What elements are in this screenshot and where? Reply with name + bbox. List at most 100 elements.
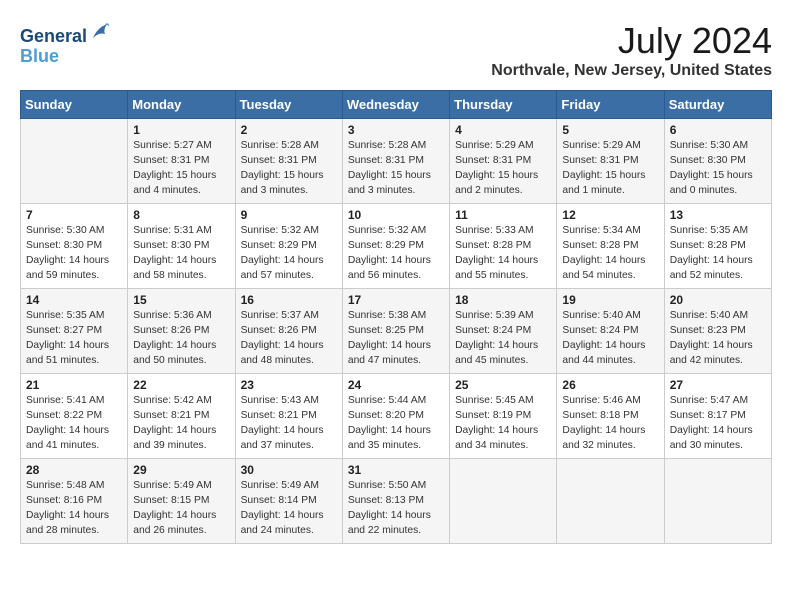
day-number: 6: [670, 123, 766, 137]
day-info: Sunrise: 5:33 AMSunset: 8:28 PMDaylight:…: [455, 224, 551, 284]
day-info: Sunrise: 5:39 AMSunset: 8:24 PMDaylight:…: [455, 309, 551, 369]
day-info: Sunrise: 5:49 AMSunset: 8:15 PMDaylight:…: [133, 479, 229, 539]
day-info: Sunrise: 5:31 AMSunset: 8:30 PMDaylight:…: [133, 224, 229, 284]
calendar-cell: 26 Sunrise: 5:46 AMSunset: 8:18 PMDayligh…: [557, 374, 664, 459]
day-number: 3: [348, 123, 444, 137]
calendar-header-row: SundayMondayTuesdayWednesdayThursdayFrid…: [21, 91, 772, 119]
day-number: 14: [26, 293, 122, 307]
calendar-cell: [557, 459, 664, 544]
calendar-cell: 29 Sunrise: 5:49 AMSunset: 8:15 PMDayligh…: [128, 459, 235, 544]
day-info: Sunrise: 5:29 AMSunset: 8:31 PMDaylight:…: [562, 139, 658, 199]
day-info: Sunrise: 5:45 AMSunset: 8:19 PMDaylight:…: [455, 394, 551, 454]
calendar-cell: 23Sunrise: 5:43 AMSunset: 8:21 PMDayligh…: [235, 374, 342, 459]
day-info: Sunrise: 5:48 AMSunset: 8:16 PMDaylight:…: [26, 479, 122, 539]
day-info: Sunrise: 5:30 AMSunset: 8:30 PMDaylight:…: [670, 139, 766, 199]
logo-text: General Blue: [20, 20, 111, 67]
calendar-cell: 30 Sunrise: 5:49 AMSunset: 8:14 PMDayligh…: [235, 459, 342, 544]
calendar-cell: 1 Sunrise: 5:27 AMSunset: 8:31 PMDaylight…: [128, 119, 235, 204]
calendar-cell: 3 Sunrise: 5:28 AMSunset: 8:31 PMDaylight…: [342, 119, 449, 204]
day-info: Sunrise: 5:28 AMSunset: 8:31 PMDaylight:…: [241, 139, 337, 199]
day-info: Sunrise: 5:50 AMSunset: 8:13 PMDaylight:…: [348, 479, 444, 539]
calendar-cell: 12 Sunrise: 5:34 AMSunset: 8:28 PMDayligh…: [557, 204, 664, 289]
day-info: Sunrise: 5:30 AMSunset: 8:30 PMDaylight:…: [26, 224, 122, 284]
day-number: 1: [133, 123, 229, 137]
logo-blue: Blue: [20, 46, 59, 66]
day-info: Sunrise: 5:34 AMSunset: 8:28 PMDaylight:…: [562, 224, 658, 284]
calendar-week-row: 7Sunrise: 5:30 AMSunset: 8:30 PMDaylight…: [21, 204, 772, 289]
day-number: 15: [133, 293, 229, 307]
title-area: July 2024 Northvale, New Jersey, United …: [491, 20, 772, 80]
calendar-cell: 28 Sunrise: 5:48 AMSunset: 8:16 PMDayligh…: [21, 459, 128, 544]
weekday-header: Monday: [128, 91, 235, 119]
weekday-header: Thursday: [450, 91, 557, 119]
day-number: 29: [133, 463, 229, 477]
day-info: Sunrise: 5:41 AMSunset: 8:22 PMDaylight:…: [26, 394, 122, 454]
day-info: Sunrise: 5:35 AMSunset: 8:28 PMDaylight:…: [670, 224, 766, 284]
day-info: Sunrise: 5:38 AMSunset: 8:25 PMDaylight:…: [348, 309, 444, 369]
calendar-cell: 25Sunrise: 5:45 AMSunset: 8:19 PMDayligh…: [450, 374, 557, 459]
page-header: General Blue July 2024 Northvale, New Je…: [20, 20, 772, 80]
calendar-cell: 13 Sunrise: 5:35 AMSunset: 8:28 PMDayligh…: [664, 204, 771, 289]
day-info: Sunrise: 5:28 AMSunset: 8:31 PMDaylight:…: [348, 139, 444, 199]
calendar-cell: [21, 119, 128, 204]
day-info: Sunrise: 5:47 AMSunset: 8:17 PMDaylight:…: [670, 394, 766, 454]
calendar-cell: 24 Sunrise: 5:44 AMSunset: 8:20 PMDayligh…: [342, 374, 449, 459]
day-number: 20: [670, 293, 766, 307]
calendar-cell: 22Sunrise: 5:42 AMSunset: 8:21 PMDayligh…: [128, 374, 235, 459]
day-info: Sunrise: 5:40 AMSunset: 8:24 PMDaylight:…: [562, 309, 658, 369]
calendar-cell: 5 Sunrise: 5:29 AMSunset: 8:31 PMDaylight…: [557, 119, 664, 204]
logo: General Blue: [20, 20, 111, 67]
calendar-cell: 20 Sunrise: 5:40 AMSunset: 8:23 PMDayligh…: [664, 289, 771, 374]
day-number: 8: [133, 208, 229, 222]
calendar-cell: 11Sunrise: 5:33 AMSunset: 8:28 PMDayligh…: [450, 204, 557, 289]
logo-bird-icon: [89, 20, 111, 42]
calendar-cell: 6 Sunrise: 5:30 AMSunset: 8:30 PMDaylight…: [664, 119, 771, 204]
calendar-cell: 15 Sunrise: 5:36 AMSunset: 8:26 PMDayligh…: [128, 289, 235, 374]
calendar-cell: [664, 459, 771, 544]
day-number: 27: [670, 378, 766, 392]
day-number: 13: [670, 208, 766, 222]
day-number: 17: [348, 293, 444, 307]
calendar-week-row: 21Sunrise: 5:41 AMSunset: 8:22 PMDayligh…: [21, 374, 772, 459]
day-info: Sunrise: 5:44 AMSunset: 8:20 PMDaylight:…: [348, 394, 444, 454]
calendar-cell: 7Sunrise: 5:30 AMSunset: 8:30 PMDaylight…: [21, 204, 128, 289]
calendar-cell: 27 Sunrise: 5:47 AMSunset: 8:17 PMDayligh…: [664, 374, 771, 459]
day-info: Sunrise: 5:29 AMSunset: 8:31 PMDaylight:…: [455, 139, 551, 199]
day-number: 18: [455, 293, 551, 307]
day-info: Sunrise: 5:42 AMSunset: 8:21 PMDaylight:…: [133, 394, 229, 454]
calendar-body: 1 Sunrise: 5:27 AMSunset: 8:31 PMDaylight…: [21, 119, 772, 544]
weekday-header: Wednesday: [342, 91, 449, 119]
day-number: 2: [241, 123, 337, 137]
day-info: Sunrise: 5:36 AMSunset: 8:26 PMDaylight:…: [133, 309, 229, 369]
day-number: 24: [348, 378, 444, 392]
calendar-cell: 16Sunrise: 5:37 AMSunset: 8:26 PMDayligh…: [235, 289, 342, 374]
calendar-week-row: 14Sunrise: 5:35 AMSunset: 8:27 PMDayligh…: [21, 289, 772, 374]
calendar-cell: 19Sunrise: 5:40 AMSunset: 8:24 PMDayligh…: [557, 289, 664, 374]
calendar-cell: 2 Sunrise: 5:28 AMSunset: 8:31 PMDaylight…: [235, 119, 342, 204]
calendar-table: SundayMondayTuesdayWednesdayThursdayFrid…: [20, 90, 772, 544]
day-number: 16: [241, 293, 337, 307]
day-info: Sunrise: 5:27 AMSunset: 8:31 PMDaylight:…: [133, 139, 229, 199]
day-number: 4: [455, 123, 551, 137]
day-number: 12: [562, 208, 658, 222]
day-info: Sunrise: 5:40 AMSunset: 8:23 PMDaylight:…: [670, 309, 766, 369]
day-number: 26: [562, 378, 658, 392]
day-info: Sunrise: 5:46 AMSunset: 8:18 PMDaylight:…: [562, 394, 658, 454]
day-number: 10: [348, 208, 444, 222]
calendar-cell: 9Sunrise: 5:32 AMSunset: 8:29 PMDaylight…: [235, 204, 342, 289]
day-number: 5: [562, 123, 658, 137]
calendar-cell: 4 Sunrise: 5:29 AMSunset: 8:31 PMDaylight…: [450, 119, 557, 204]
weekday-header: Saturday: [664, 91, 771, 119]
day-number: 28: [26, 463, 122, 477]
day-info: Sunrise: 5:49 AMSunset: 8:14 PMDaylight:…: [241, 479, 337, 539]
month-title: July 2024: [491, 20, 772, 62]
calendar-cell: 14Sunrise: 5:35 AMSunset: 8:27 PMDayligh…: [21, 289, 128, 374]
day-number: 9: [241, 208, 337, 222]
calendar-cell: [450, 459, 557, 544]
weekday-header: Tuesday: [235, 91, 342, 119]
day-number: 31: [348, 463, 444, 477]
calendar-cell: 8 Sunrise: 5:31 AMSunset: 8:30 PMDaylight…: [128, 204, 235, 289]
calendar-cell: 18 Sunrise: 5:39 AMSunset: 8:24 PMDayligh…: [450, 289, 557, 374]
day-number: 30: [241, 463, 337, 477]
location-title: Northvale, New Jersey, United States: [491, 62, 772, 80]
